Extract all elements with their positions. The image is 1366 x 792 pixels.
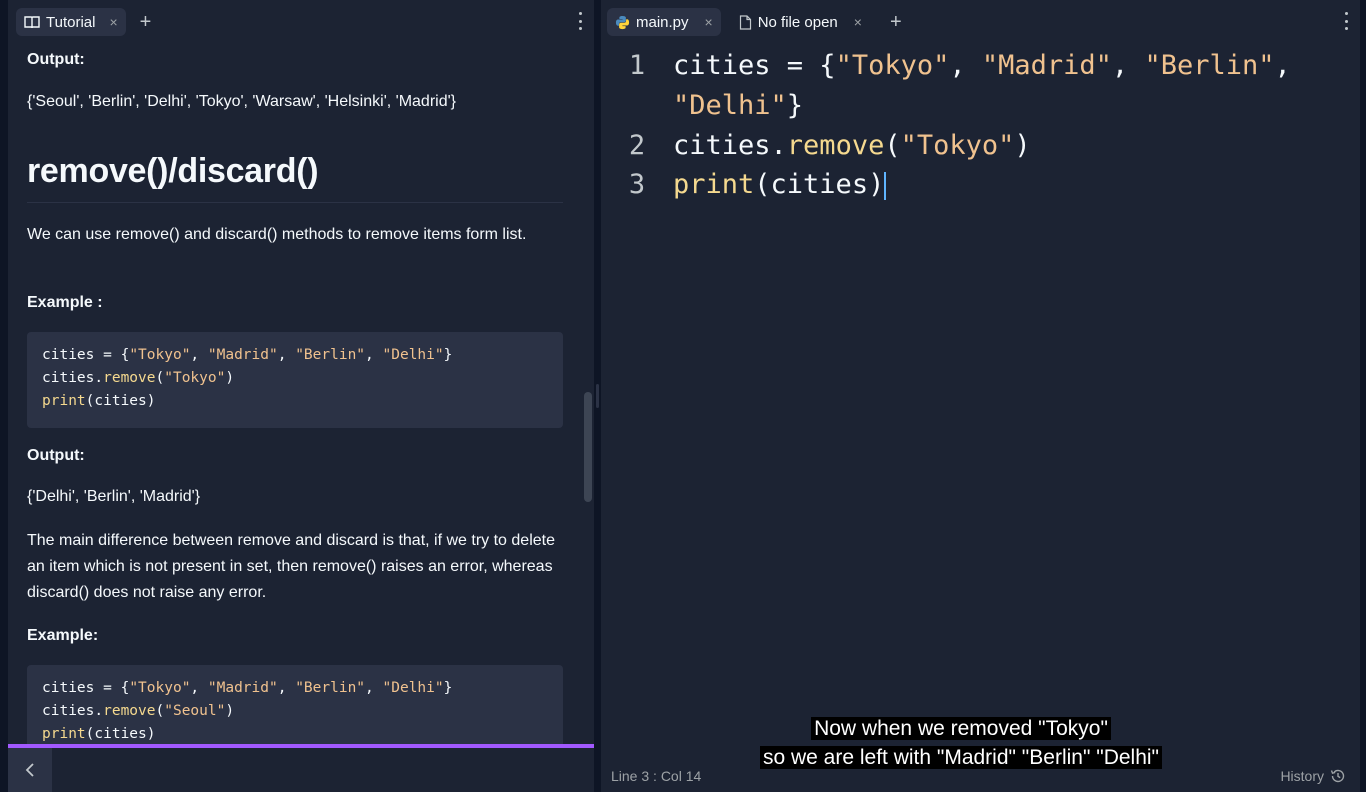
tab-main-py-label: main.py (636, 13, 689, 31)
line-code: print(cities) (673, 169, 887, 200)
example-label: Example: (27, 627, 99, 644)
paragraph: We can use remove() and discard() method… (27, 226, 527, 243)
tab-no-file[interactable]: No file open × (731, 8, 870, 36)
more-options-icon[interactable] (1344, 12, 1348, 30)
tab-no-file-label: No file open (757, 13, 838, 31)
book-icon (24, 16, 40, 29)
scrollbar-thumb[interactable] (584, 392, 592, 502)
line-number: 2 (628, 130, 646, 161)
resize-grip[interactable] (596, 384, 599, 408)
pane-resize-handle[interactable] (594, 0, 601, 792)
line-code: cities.remove("Tokyo") (673, 130, 1031, 161)
tab-tutorial[interactable]: Tutorial × (16, 8, 126, 36)
output-label: Output: (27, 447, 85, 464)
add-tab-button[interactable]: + (890, 12, 902, 32)
tutorial-scrollbar[interactable] (582, 44, 594, 744)
tutorial-footer (8, 744, 594, 792)
tutorial-content: Output: {'Seoul', 'Berlin', 'Delhi', 'To… (27, 44, 563, 744)
tutorial-tabbar: Tutorial × + (8, 0, 594, 44)
close-icon[interactable]: × (854, 14, 862, 30)
heading-divider (27, 202, 563, 203)
progress-fill (8, 744, 594, 748)
editor-tabbar: main.py × No file open × + (601, 0, 1360, 44)
example-label: Example : (27, 294, 103, 311)
chevron-left-icon (25, 763, 34, 777)
close-icon[interactable]: × (705, 14, 713, 30)
add-tab-button[interactable]: + (140, 12, 152, 32)
line-code: cities = {"Tokyo", "Madrid", "Berlin", (673, 50, 1291, 81)
more-options-icon[interactable] (578, 12, 582, 30)
output-text: {'Seoul', 'Berlin', 'Delhi', 'Tokyo', 'W… (27, 93, 456, 110)
code-block: cities = {"Tokyo", "Madrid", "Berlin", "… (27, 665, 563, 744)
section-heading: remove()/discard() (27, 152, 319, 190)
line-code: "Delhi"} (673, 90, 804, 121)
tab-main-py[interactable]: main.py × (607, 8, 721, 36)
line-number: 1 (628, 50, 646, 81)
back-button[interactable] (8, 748, 52, 792)
history-icon (1330, 769, 1345, 783)
text-cursor (884, 171, 887, 200)
tutorial-pane: Tutorial × + Output: {'Seoul', 'Berlin',… (8, 0, 594, 792)
output-label: Output: (27, 51, 85, 68)
file-icon (739, 14, 751, 30)
editor-pane: main.py × No file open × + 1 cities = {"… (601, 0, 1360, 792)
output-text: {'Delhi', 'Berlin', 'Madrid'} (27, 488, 201, 505)
video-subtitle: Now when we removed "Tokyo" so we are le… (601, 714, 1321, 772)
close-icon[interactable]: × (109, 14, 117, 30)
subtitle-line-1: Now when we removed "Tokyo" (811, 717, 1111, 740)
tab-tutorial-label: Tutorial (46, 13, 96, 31)
subtitle-line-2: so we are left with "Madrid" "Berlin" "D… (759, 746, 1163, 769)
python-icon (615, 15, 630, 29)
tutorial-progress-bar (8, 744, 594, 748)
paragraph: The main difference between remove and d… (27, 532, 555, 601)
window-edge (1360, 0, 1366, 792)
line-number: 3 (628, 169, 646, 200)
code-editor[interactable]: 1 cities = {"Tokyo", "Madrid", "Berlin",… (601, 44, 1360, 754)
code-block: cities = {"Tokyo", "Madrid", "Berlin", "… (27, 332, 563, 428)
